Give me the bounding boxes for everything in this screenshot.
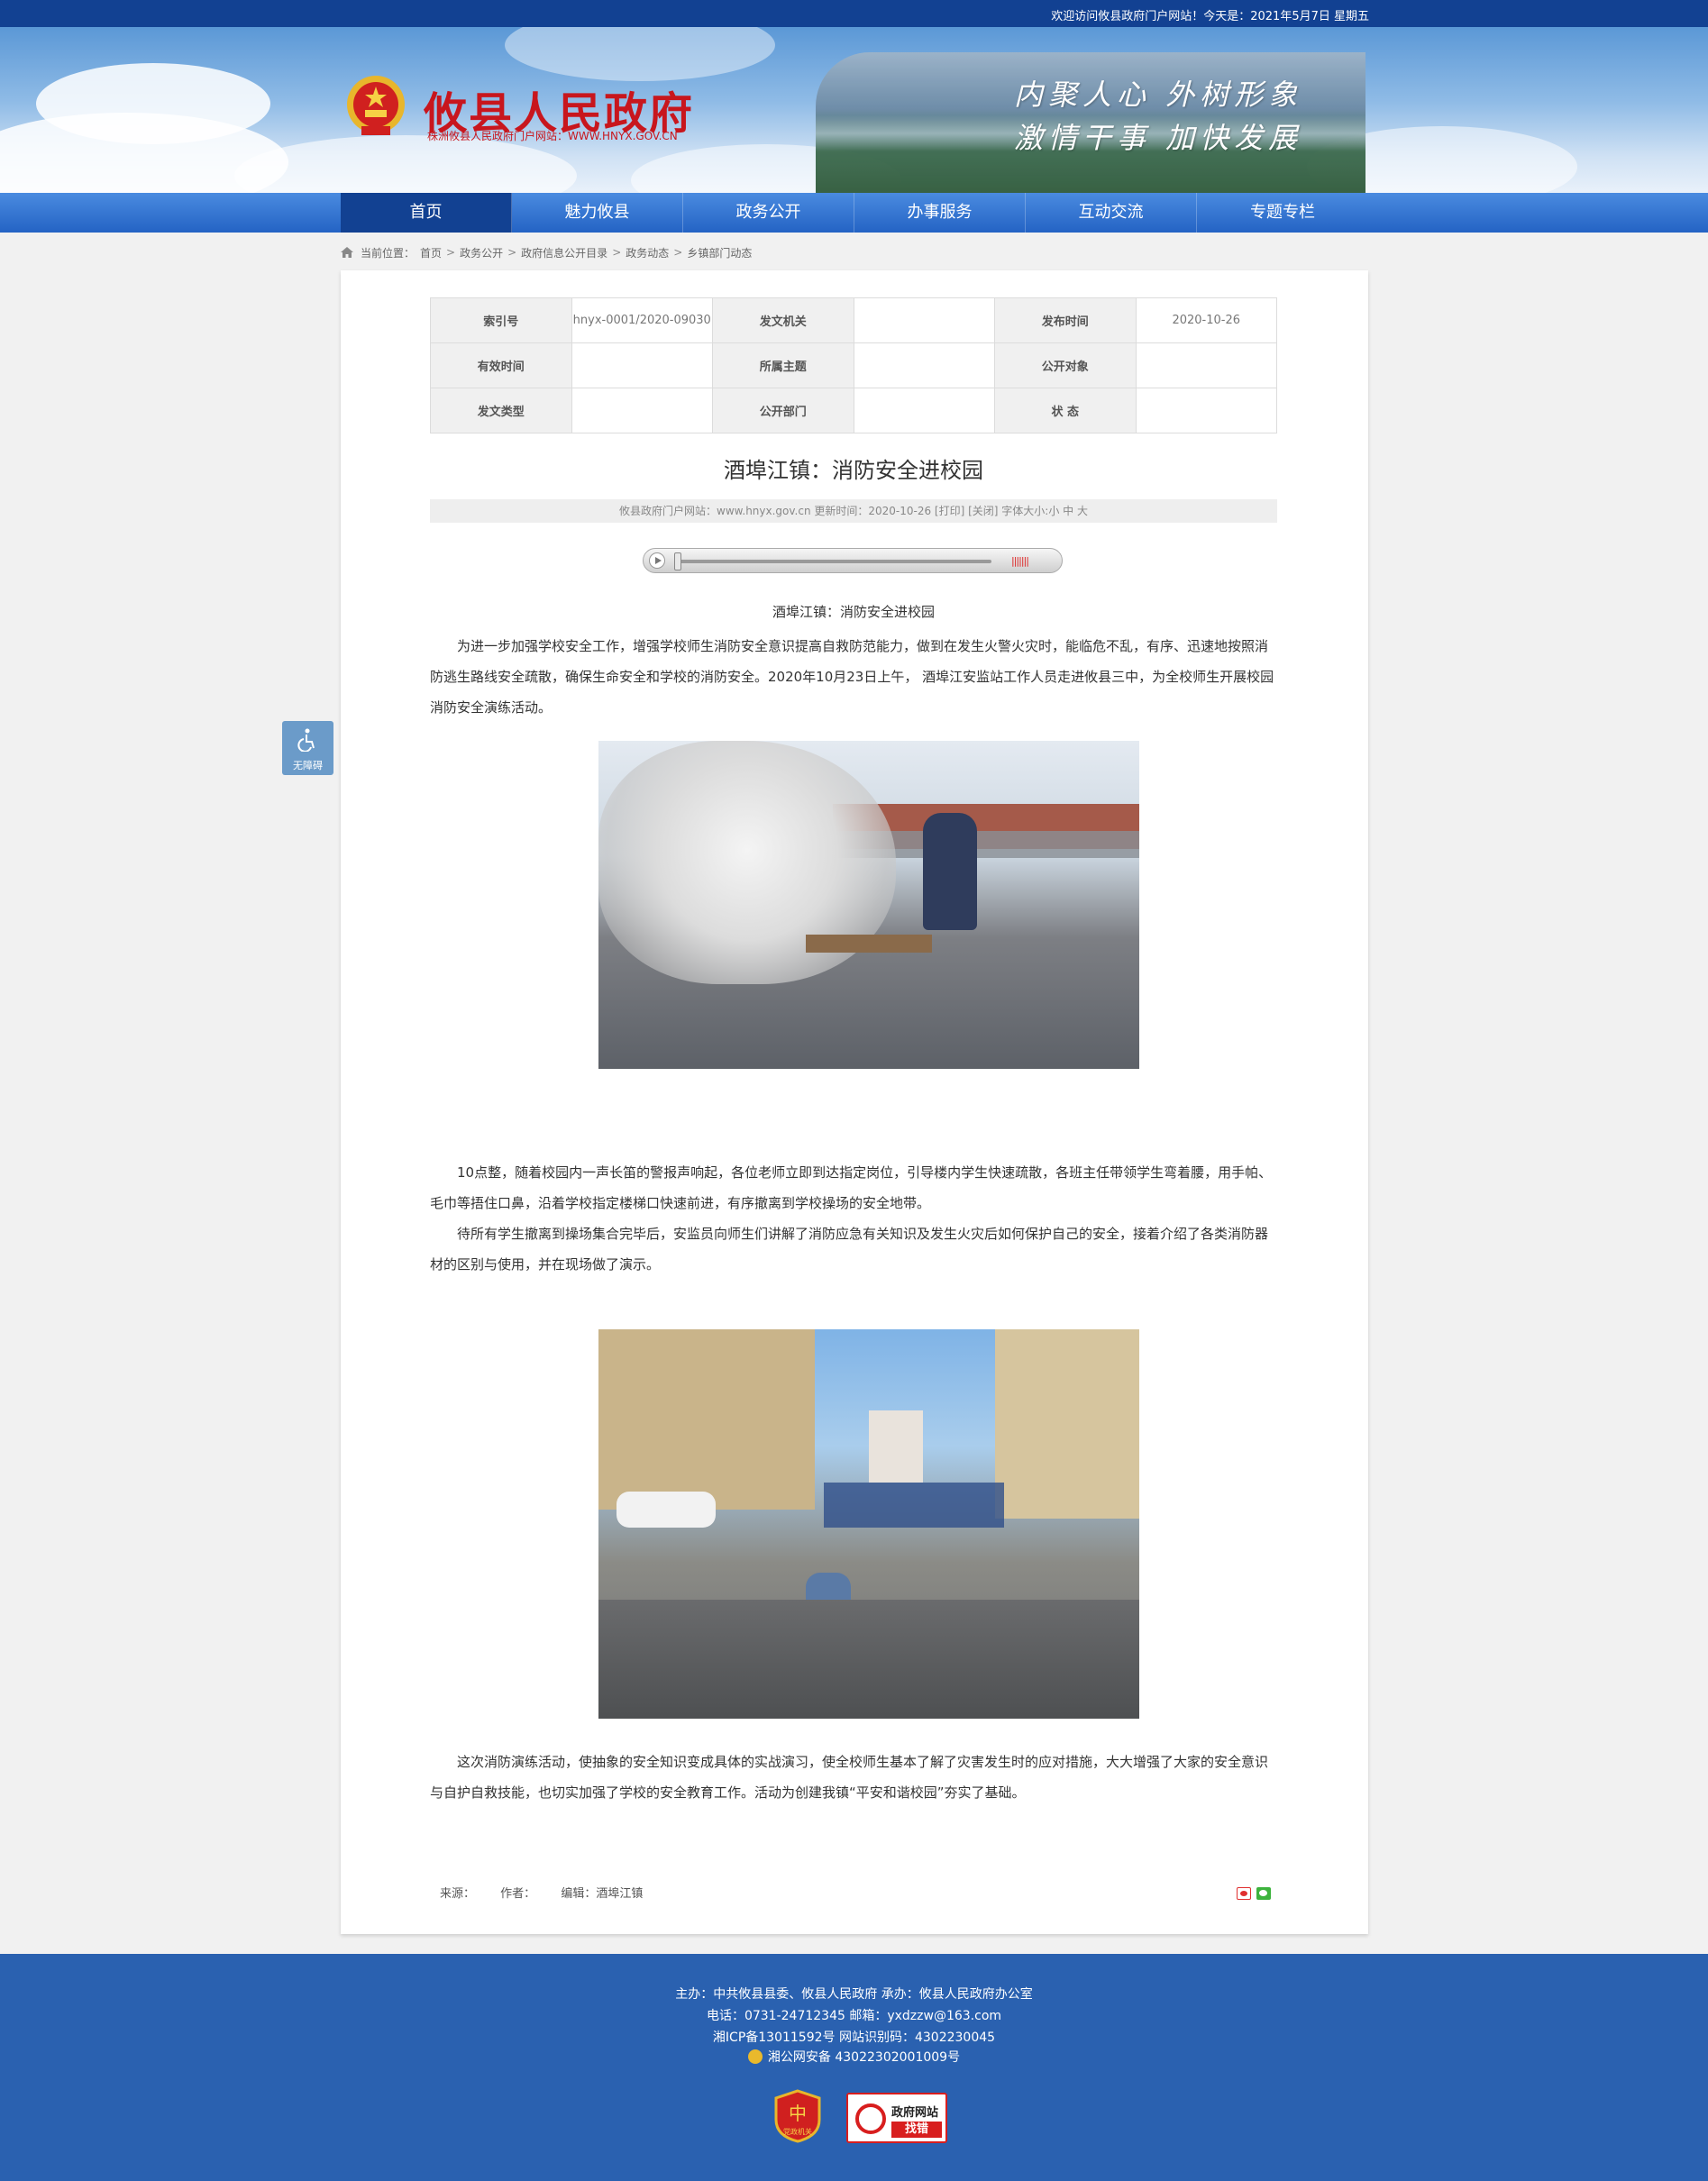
meta-value-doc-type [571, 388, 713, 433]
article-paragraph-2: 10点整，随着校园内一声长笛的警报声响起，各位老师立即到达指定岗位，引导楼内学生… [430, 1164, 1273, 1211]
accessibility-label: 无障碍 [293, 760, 323, 771]
progress-track[interactable] [676, 560, 991, 563]
meta-label-topic: 所属主题 [712, 342, 854, 388]
meta-label-issuer: 发文机关 [712, 297, 854, 343]
volume-control[interactable]: ||||||| [1011, 555, 1029, 567]
meta-value-department [853, 388, 995, 433]
cloud [505, 27, 775, 81]
photo-building-left [598, 1329, 815, 1510]
photo-building-middle [869, 1410, 923, 1483]
article-container: 索引号 hnyx-0001/2020-09030 发文机关 发布时间 2020-… [341, 270, 1368, 1934]
photo-road [598, 1600, 1139, 1719]
breadcrumb-item-news[interactable]: 政务动态 [626, 245, 669, 260]
progress-handle[interactable] [674, 552, 681, 570]
photo-building-right [995, 1329, 1139, 1519]
meta-label-status: 状 态 [994, 388, 1137, 433]
breadcrumb-separator: > [612, 246, 622, 259]
gov-site-error-report-badge[interactable]: 政府网站 找错 [846, 2093, 947, 2143]
footer-host: 主办：中共攸县县委、攸县人民政府 承办：攸县人民政府办公室 [675, 1987, 1033, 2002]
party-gov-badge-icon[interactable]: 中 党政机关 [772, 2089, 823, 2143]
magnifier-icon [855, 2103, 886, 2134]
slogan-line-1: 内聚人心 外树形象 [1014, 78, 1303, 112]
nav-item-home[interactable]: 首页 [341, 193, 512, 233]
breadcrumb-separator: > [507, 246, 517, 259]
breadcrumb: 当前位置： 首页 > 政务公开 > 政府信息公开目录 > 政务动态 > 乡镇部门… [341, 245, 752, 260]
meta-label-publish-date: 发布时间 [994, 297, 1137, 343]
police-badge-icon [747, 2049, 763, 2064]
home-icon [341, 247, 353, 258]
meta-label-department: 公开部门 [712, 388, 854, 433]
footer-police-record[interactable]: 湘公网安备 43022302001009号 [768, 2050, 960, 2065]
nav-item-charm[interactable]: 魅力攸县 [512, 193, 683, 233]
meta-label-audience: 公开对象 [994, 342, 1137, 388]
top-bar: 欢迎访问攸县政府门户网站！今天是：2021年5月7日 星期五 [0, 0, 1708, 27]
weibo-share-icon[interactable] [1237, 1887, 1251, 1900]
welcome-text: 欢迎访问攸县政府门户网站！今天是：2021年5月7日 星期五 [1051, 10, 1369, 23]
badge-find-line2: 找错 [891, 2122, 942, 2138]
wheelchair-icon [297, 728, 315, 752]
hose-demo-photo [598, 1329, 1139, 1719]
meta-label-doc-type: 发文类型 [430, 388, 572, 433]
fire-drill-photo [598, 741, 1139, 1069]
article-author: 作者： [500, 1887, 536, 1901]
article-paragraph-4: 这次消防演练活动，使抽象的安全知识变成具体的实战演习，使全校师生基本了解了灾害发… [430, 1754, 1269, 1801]
article-source-bar: 来源： 作者： 编辑：酒埠江镇 [440, 1884, 664, 1901]
meta-row: 有效时间 所属主题 公开对象 [430, 342, 1277, 388]
main-nav: 首页 魅力攸县 政务公开 办事服务 互动交流 专题专栏 [0, 193, 1708, 233]
article-paragraph-1: 为进一步加强学校安全工作，增强学校师生消防安全意识提高自救防范能力，做到在发生火… [430, 638, 1274, 716]
badge-find-line1: 政府网站 [891, 2106, 939, 2120]
photo-car [617, 1492, 716, 1528]
article-editor: 编辑：酒埠江镇 [561, 1887, 644, 1901]
meta-row: 发文类型 公开部门 状 态 [430, 388, 1277, 433]
breadcrumb-item-township[interactable]: 乡镇部门动态 [687, 245, 752, 260]
footer-icp[interactable]: 湘ICP备13011592号 网站识别码：4302230045 [0, 2028, 1708, 2046]
breadcrumb-item-gov-affairs[interactable]: 政务公开 [460, 245, 503, 260]
photo-students [824, 1483, 1004, 1528]
meta-value-publish-date: 2020-10-26 [1135, 297, 1277, 343]
meta-value-index: hnyx-0001/2020-09030 [571, 297, 713, 343]
site-subtitle: 株洲攸县人民政府门户网站：WWW.HNYX.GOV.CN [427, 130, 678, 142]
info-meta-table: 索引号 hnyx-0001/2020-09030 发文机关 发布时间 2020-… [430, 297, 1277, 433]
nav-item-topics[interactable]: 专题专栏 [1197, 193, 1368, 233]
breadcrumb-item-catalog[interactable]: 政府信息公开目录 [521, 245, 607, 260]
footer-police-line[interactable]: 湘公网安备 43022302001009号 [0, 2048, 1708, 2066]
cloud [234, 135, 577, 193]
site-footer: 主办：中共攸县县委、攸县人民政府 承办：攸县人民政府办公室 电话：0731-24… [0, 1954, 1708, 2181]
main-nav-items: 首页 魅力攸县 政务公开 办事服务 互动交流 专题专栏 [341, 193, 1368, 233]
meta-value-valid-time [571, 342, 713, 388]
photo-board [806, 935, 932, 953]
article-source: 来源： [440, 1887, 476, 1901]
breadcrumb-prefix: 当前位置： [361, 246, 416, 260]
badge-party-label: 党政机关 [783, 2127, 812, 2136]
nav-item-interaction[interactable]: 互动交流 [1026, 193, 1197, 233]
footer-contact: 电话：0731-24712345 邮箱：yxdzzw@163.com [706, 2009, 1002, 2023]
meta-value-status [1135, 388, 1277, 433]
nav-item-gov-affairs[interactable]: 政务公开 [683, 193, 854, 233]
accessibility-button[interactable]: 无障碍 [282, 721, 333, 775]
meta-row: 索引号 hnyx-0001/2020-09030 发文机关 发布时间 2020-… [430, 297, 1277, 343]
slogan-line-2: 激情干事 加快发展 [1014, 121, 1303, 155]
photo-person [923, 813, 977, 930]
svg-text:中: 中 [789, 2103, 807, 2124]
meta-label-index: 索引号 [430, 297, 572, 343]
audio-player: ||||||| [643, 548, 1063, 573]
header-banner: 攸县人民政府 株洲攸县人民政府门户网站：WWW.HNYX.GOV.CN 内聚人心… [0, 27, 1708, 193]
meta-value-audience [1135, 342, 1277, 388]
nav-item-services[interactable]: 办事服务 [854, 193, 1026, 233]
breadcrumb-separator: > [673, 246, 683, 259]
breadcrumb-item-home[interactable]: 首页 [420, 245, 442, 260]
meta-value-issuer [853, 297, 995, 343]
meta-value-topic [853, 342, 995, 388]
meta-label-valid-time: 有效时间 [430, 342, 572, 388]
wechat-share-icon[interactable] [1256, 1887, 1271, 1900]
breadcrumb-separator: > [446, 246, 456, 259]
article-paragraph-3: 待所有学生撤离到操场集合完毕后，安监员向师生们讲解了消防应急有关知识及发生火灾后… [430, 1226, 1269, 1273]
national-emblem-icon [347, 76, 405, 135]
play-icon[interactable] [649, 552, 665, 569]
article-title: 酒埠江镇：消防安全进校园 [724, 458, 983, 483]
article-caption: 酒埠江镇：消防安全进校园 [772, 604, 935, 620]
article-info-bar[interactable]: 攸县政府门户网站：www.hnyx.gov.cn 更新时间：2020-10-26… [430, 499, 1277, 523]
